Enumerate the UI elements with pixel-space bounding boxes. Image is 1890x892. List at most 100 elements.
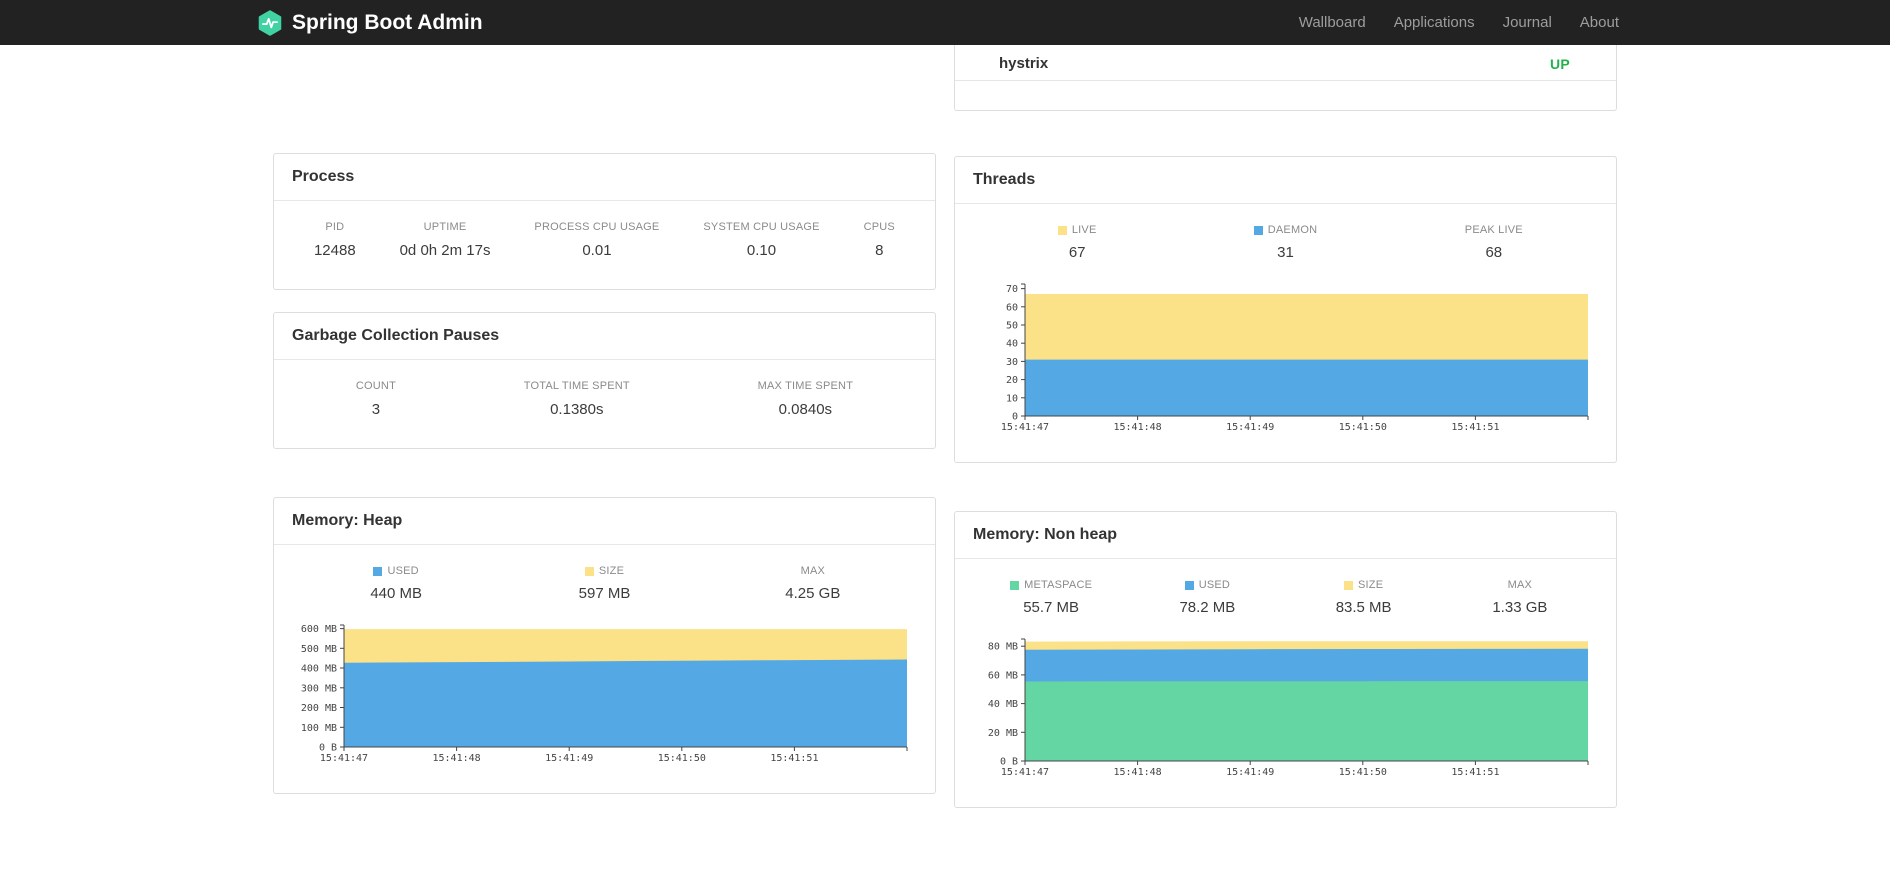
navbar-links: Wallboard Applications Journal About	[1285, 0, 1633, 45]
legend-swatch	[1010, 580, 1020, 590]
svg-text:60: 60	[1006, 302, 1018, 313]
svg-text:15:41:50: 15:41:50	[1339, 422, 1387, 432]
metric-value: 0.0840s	[778, 401, 833, 418]
svg-text:15:41:47: 15:41:47	[320, 753, 368, 763]
svg-text:15:41:48: 15:41:48	[1114, 767, 1162, 777]
legend-label: DAEMON	[1267, 224, 1318, 236]
brand-title: Spring Boot Admin	[292, 10, 483, 34]
legend-swatch	[373, 566, 383, 576]
brand-link[interactable]: Spring Boot Admin	[257, 9, 483, 36]
legend-value: 68	[1485, 244, 1503, 261]
svg-text:20: 20	[1006, 375, 1018, 386]
metric-value: 12488	[313, 242, 356, 259]
svg-text:70: 70	[1006, 284, 1018, 295]
nav-link[interactable]: About	[1566, 0, 1633, 45]
metric-value: 3	[371, 401, 381, 418]
legend-value: 1.33 GB	[1492, 599, 1548, 616]
svg-text:40: 40	[1006, 339, 1018, 350]
legend-value: 67	[1068, 244, 1086, 261]
nonheap-card-title: Memory: Non heap	[955, 512, 1616, 559]
legend-item: MAX 4.25 GB	[709, 565, 917, 602]
svg-text:15:41:51: 15:41:51	[1451, 422, 1499, 432]
gc-metrics: COUNT 3 TOTAL TIME SPENT 0.1380s MAX TIM…	[292, 380, 917, 418]
legend-label: METASPACE	[1024, 579, 1093, 591]
svg-text:50: 50	[1006, 321, 1018, 332]
legend-item: METASPACE 55.7 MB	[973, 579, 1129, 616]
legend-label: SIZE	[598, 565, 625, 577]
legend-swatch	[1184, 580, 1194, 590]
svg-text:400 MB: 400 MB	[301, 664, 337, 675]
legend-label: SIZE	[1358, 579, 1384, 591]
legend-item: SIZE 597 MB	[500, 565, 708, 602]
legend-item: MAX 1.33 GB	[1442, 579, 1598, 616]
legend-value: 55.7 MB	[1023, 599, 1080, 616]
legend-swatch	[1253, 225, 1263, 235]
metric: MAX TIME SPENT 0.0840s	[754, 380, 858, 418]
threads-card: Threads LIVE 67 DAEMON 31 PEAK LIVE 68 7…	[954, 156, 1617, 463]
legend-value: 4.25 GB	[785, 585, 841, 602]
legend-label: PEAK LIVE	[1464, 224, 1523, 236]
legend-label: MAX	[800, 565, 826, 577]
health-service-name: hystrix	[999, 55, 1049, 72]
metric-label: PID	[325, 221, 345, 233]
svg-text:20 MB: 20 MB	[988, 728, 1018, 739]
process-card: Process PID 12488 UPTIME 0d 0h 2m 17s PR…	[273, 153, 936, 290]
health-status-badge: UP	[1549, 55, 1570, 72]
metric-value: 0.01	[582, 242, 612, 259]
svg-text:0: 0	[1012, 412, 1018, 423]
legend-value: 31	[1277, 244, 1294, 261]
legend-value: 83.5 MB	[1335, 599, 1392, 616]
metric: SYSTEM CPU USAGE 0.10	[699, 221, 823, 259]
nonheap-legend: METASPACE 55.7 MB USED 78.2 MB SIZE 83.5…	[973, 579, 1598, 616]
legend-label: MAX	[1507, 579, 1533, 591]
svg-text:15:41:47: 15:41:47	[1001, 767, 1049, 777]
process-metrics: PID 12488 UPTIME 0d 0h 2m 17s PROCESS CP…	[292, 221, 917, 259]
svg-text:0 B: 0 B	[1000, 757, 1018, 768]
svg-text:500 MB: 500 MB	[301, 644, 337, 655]
legend-value: 597 MB	[578, 585, 631, 602]
svg-text:15:41:47: 15:41:47	[1001, 422, 1049, 432]
heap-legend: USED 440 MB SIZE 597 MB MAX 4.25 GB	[292, 565, 917, 602]
nav-link[interactable]: Journal	[1489, 0, 1566, 45]
metric-label: PROCESS CPU USAGE	[534, 221, 660, 233]
legend-value: 78.2 MB	[1179, 599, 1236, 616]
svg-text:300 MB: 300 MB	[301, 683, 337, 694]
svg-text:15:41:51: 15:41:51	[770, 753, 818, 763]
left-column: Process PID 12488 UPTIME 0d 0h 2m 17s PR…	[273, 45, 936, 794]
threads-chart: 70 60 50 40 30 20 10 0 15:41:47 15:41:48 15:41:49 1…	[973, 278, 1598, 432]
nav-link[interactable]: Wallboard	[1285, 0, 1380, 45]
metric-value: 0.1380s	[550, 401, 604, 418]
threads-card-title: Threads	[955, 157, 1616, 204]
gc-pauses-card: Garbage Collection Pauses COUNT 3 TOTAL …	[273, 312, 936, 449]
main-content: Process PID 12488 UPTIME 0d 0h 2m 17s PR…	[273, 45, 1617, 808]
heap-card-title: Memory: Heap	[274, 498, 935, 545]
gc-card-title: Garbage Collection Pauses	[274, 313, 935, 360]
svg-text:80 MB: 80 MB	[988, 642, 1018, 653]
metric: UPTIME 0d 0h 2m 17s	[396, 221, 495, 259]
legend-swatch	[584, 566, 594, 576]
threads-legend: LIVE 67 DAEMON 31 PEAK LIVE 68	[973, 224, 1598, 261]
metric-value: 0.10	[746, 242, 777, 259]
legend-item: LIVE 67	[973, 224, 1181, 261]
svg-text:15:41:48: 15:41:48	[433, 753, 481, 763]
svg-text:15:41:48: 15:41:48	[1114, 422, 1162, 432]
legend-item: PEAK LIVE 68	[1390, 224, 1598, 261]
svg-text:100 MB: 100 MB	[301, 723, 337, 734]
svg-text:15:41:50: 15:41:50	[658, 753, 706, 763]
legend-label: USED	[387, 565, 419, 577]
legend-item: USED 440 MB	[292, 565, 500, 602]
metric: CPUS 8	[860, 221, 899, 259]
svg-text:60 MB: 60 MB	[988, 670, 1018, 681]
svg-text:10: 10	[1006, 393, 1018, 404]
svg-text:200 MB: 200 MB	[301, 703, 337, 714]
metric-label: SYSTEM CPU USAGE	[703, 221, 820, 233]
metric: PID 12488	[310, 221, 360, 259]
heap-memory-chart: 600 MB 500 MB 400 MB 300 MB 200 MB 100 MB 0 B1…	[292, 619, 917, 763]
health-card-bottom-space	[955, 81, 1616, 110]
legend-swatch	[1057, 225, 1067, 235]
health-row: hystrix UP	[955, 45, 1616, 81]
heap-memory-card: Memory: Heap USED 440 MB SIZE 597 MB MAX…	[273, 497, 936, 794]
nav-link[interactable]: Applications	[1380, 0, 1489, 45]
top-navbar: Spring Boot Admin Wallboard Applications…	[0, 0, 1890, 45]
metric-label: CPUS	[863, 221, 895, 233]
